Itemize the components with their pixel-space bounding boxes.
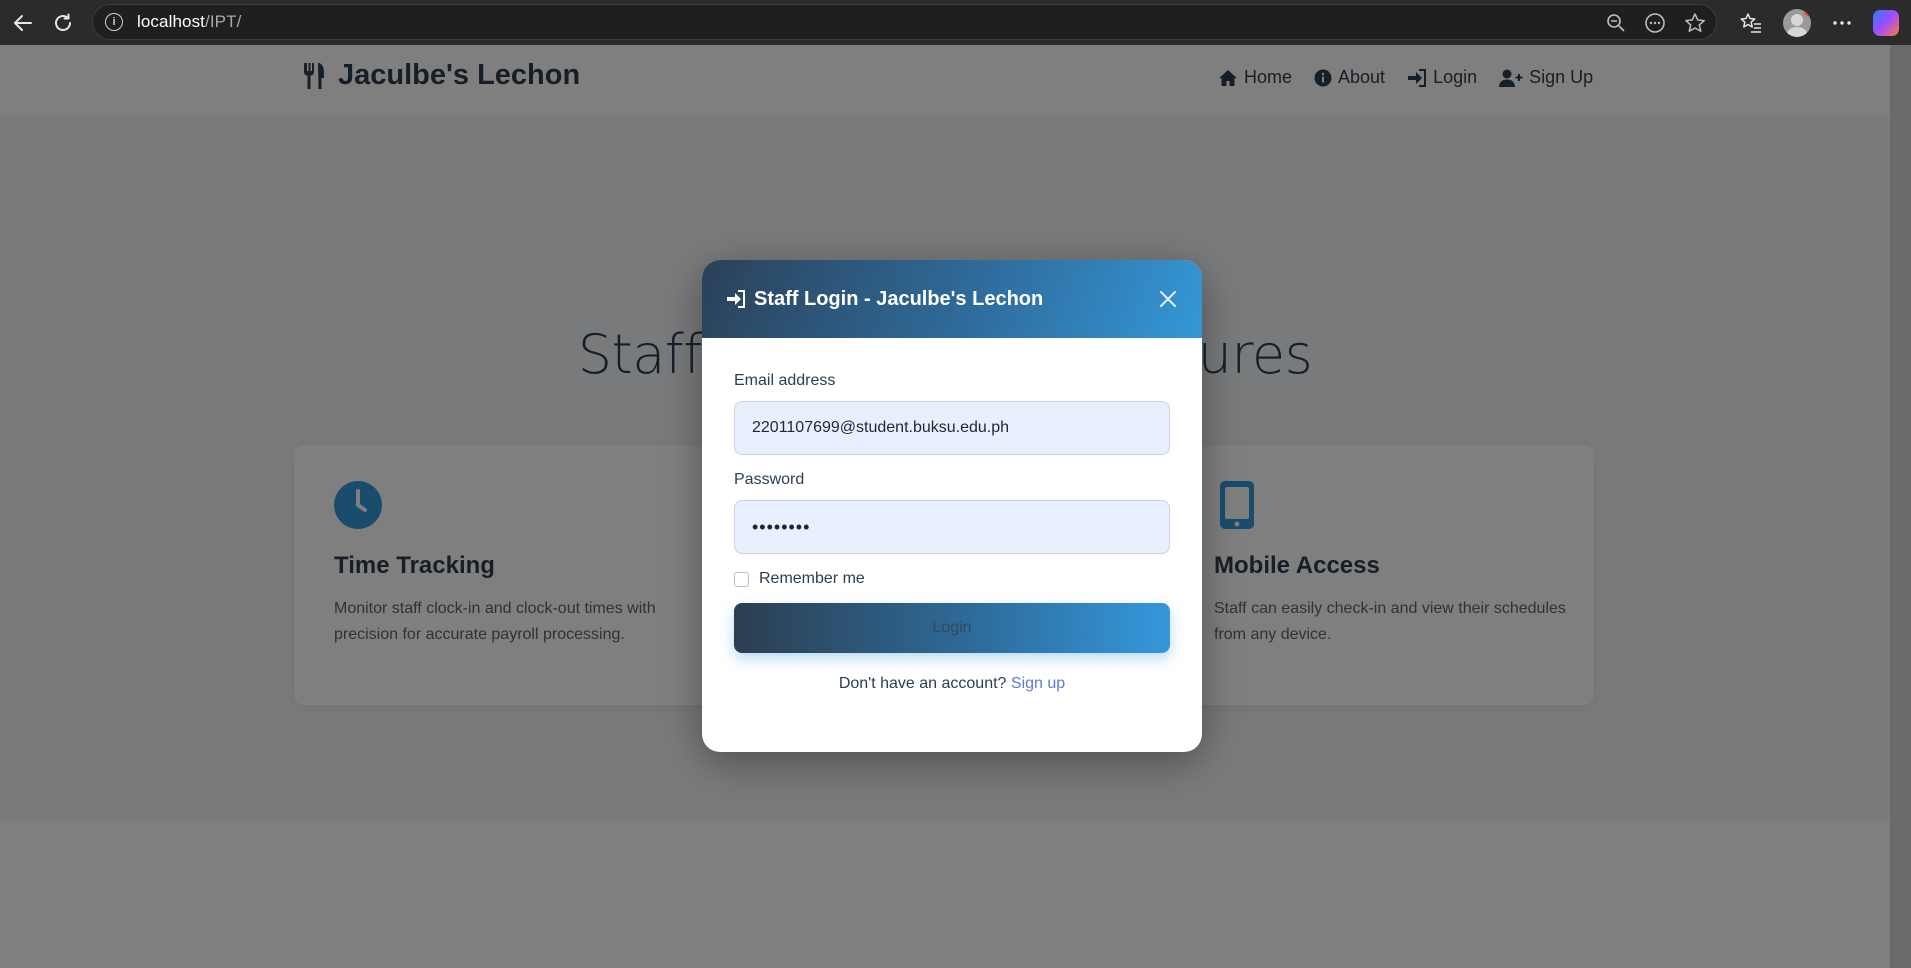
password-field[interactable]: ••••••••: [734, 500, 1170, 554]
copilot-icon[interactable]: [1873, 9, 1899, 36]
remember-me-label[interactable]: Remember me: [759, 570, 865, 588]
profile-avatar[interactable]: [1783, 8, 1811, 37]
signup-link[interactable]: Sign up: [1011, 675, 1065, 692]
close-icon[interactable]: [1156, 287, 1180, 311]
favorite-star-icon[interactable]: [1684, 12, 1706, 34]
email-field[interactable]: 2201107699@student.buksu.edu.ph: [734, 401, 1170, 455]
login-button[interactable]: Login: [734, 603, 1170, 653]
remember-me-checkbox[interactable]: [734, 571, 749, 587]
page-scrollbar[interactable]: [1890, 45, 1911, 968]
login-modal: Staff Login - Jaculbe's Lechon Email add…: [702, 260, 1202, 752]
password-label: Password: [734, 471, 805, 488]
favorites-list-icon[interactable]: [1739, 11, 1763, 35]
modal-header: Staff Login - Jaculbe's Lechon: [702, 260, 1202, 338]
sign-in-icon: [727, 290, 745, 308]
back-icon[interactable]: [6, 6, 40, 40]
email-label: Email address: [734, 372, 836, 389]
browser-toolbar: i localhost/IPT/: [0, 0, 1911, 45]
signup-prompt: Don't have an account? Sign up: [838, 675, 1066, 692]
url-text[interactable]: localhost/IPT/: [137, 12, 241, 32]
reading-mode-icon[interactable]: [1644, 12, 1666, 34]
address-bar[interactable]: i localhost/IPT/: [92, 4, 1717, 40]
remember-me-row: Remember me: [734, 570, 1170, 588]
refresh-icon[interactable]: [46, 6, 80, 40]
modal-title: Staff Login - Jaculbe's Lechon: [726, 288, 1043, 311]
zoom-out-icon[interactable]: [1606, 13, 1626, 33]
site-info-icon[interactable]: i: [105, 13, 123, 31]
more-options-icon[interactable]: [1831, 12, 1853, 34]
